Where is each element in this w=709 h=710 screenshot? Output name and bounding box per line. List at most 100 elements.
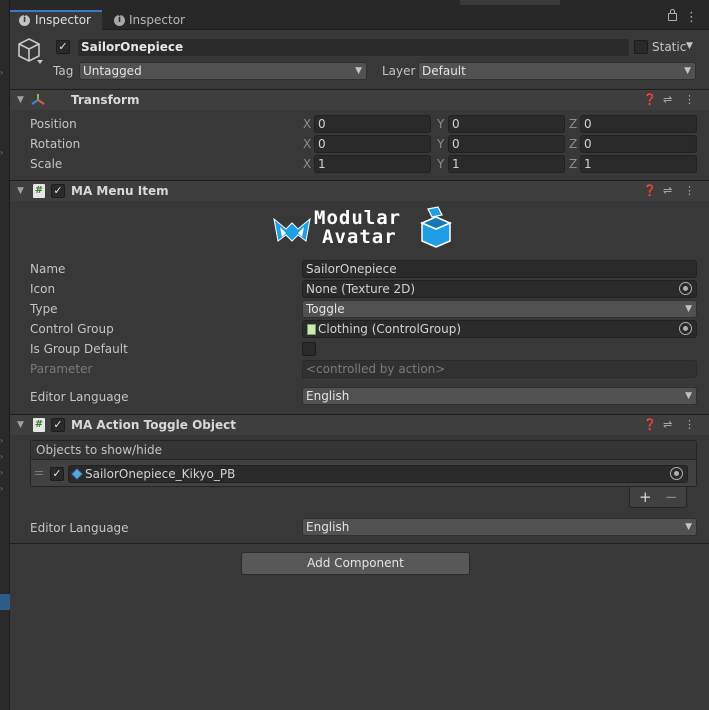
script-icon: #: [33, 418, 45, 432]
object-picker-icon[interactable]: [679, 282, 692, 295]
chevron-down-icon: ▼: [684, 66, 691, 76]
scale-z-field[interactable]: 1: [580, 155, 697, 173]
rotation-z-field[interactable]: 0: [580, 135, 697, 153]
logo-box-icon: [420, 206, 452, 248]
object-field[interactable]: SailorOnepiece_Kikyo_PB: [68, 465, 688, 483]
prefab-cube-icon: [71, 468, 83, 480]
transform-header[interactable]: ▼ Transform ❓ ⇌ ⋮: [10, 89, 709, 110]
editor-language-dropdown[interactable]: English ▼: [302, 387, 697, 405]
lock-icon-shackle: [670, 9, 675, 14]
rotation-label: Rotation: [30, 137, 81, 151]
dock-arrow-1: ›: [0, 68, 4, 77]
toggle-object-header[interactable]: ▼ # ✓ MA Action Toggle Object ❓ ⇌ ⋮: [10, 414, 709, 435]
position-z-field[interactable]: 0: [580, 115, 697, 133]
tag-dropdown[interactable]: Untagged ▼: [79, 62, 367, 80]
presets-icon[interactable]: ⇌: [663, 90, 672, 110]
logo-text-line2: Avatar: [322, 226, 397, 248]
position-y-axis[interactable]: Y: [437, 115, 444, 133]
help-icon[interactable]: ❓: [643, 181, 657, 201]
position-x-axis[interactable]: X: [303, 115, 311, 133]
asset-file-icon: [307, 324, 316, 335]
position-label: Position: [30, 117, 77, 131]
foldout-arrow-icon[interactable]: ▼: [17, 90, 24, 110]
object-picker-icon[interactable]: [670, 467, 683, 480]
static-dropdown-icon[interactable]: ▼: [686, 41, 693, 51]
row-checkbox[interactable]: ✓: [50, 467, 64, 481]
layer-dropdown[interactable]: Default ▼: [418, 62, 696, 80]
name-field[interactable]: SailorOnepiece: [302, 260, 697, 278]
add-component-button[interactable]: Add Component: [241, 552, 470, 575]
objects-list-title: Objects to show/hide: [36, 443, 163, 457]
type-dropdown[interactable]: Toggle ▼: [302, 300, 697, 318]
active-checkbox[interactable]: ✓: [56, 40, 70, 54]
control-group-label: Control Group: [30, 322, 114, 336]
rotation-y-field[interactable]: 0: [448, 135, 565, 153]
list-footer: + −: [629, 487, 687, 508]
chevron-down-icon: ▼: [685, 304, 692, 314]
chevron-down-icon: ▼: [685, 391, 692, 401]
control-group-field[interactable]: Clothing (ControlGroup): [302, 320, 697, 338]
position-x-field[interactable]: 0: [314, 115, 431, 133]
info-icon: i: [19, 15, 30, 26]
parameter-field: <controlled by action>: [302, 360, 697, 378]
more-menu-icon[interactable]: ⋮: [685, 10, 698, 25]
logo-mask-icon: [273, 217, 311, 242]
tab-inspector-2[interactable]: i Inspector: [104, 10, 196, 30]
component-enabled-checkbox[interactable]: ✓: [51, 184, 65, 198]
lock-icon[interactable]: [668, 13, 677, 21]
dock-arrow-4: ›: [0, 452, 4, 461]
scale-x-axis[interactable]: X: [303, 155, 311, 173]
position-y-field[interactable]: 0: [448, 115, 565, 133]
scale-y-field[interactable]: 1: [448, 155, 565, 173]
rotation-x-field[interactable]: 0: [314, 135, 431, 153]
icon-field[interactable]: None (Texture 2D): [302, 280, 697, 298]
dock-arrow-3: ›: [0, 436, 4, 445]
icon-value: None (Texture 2D): [306, 282, 416, 296]
script-icon: #: [33, 184, 45, 198]
objects-list-row[interactable]: ✓ SailorOnepiece_Kikyo_PB: [31, 463, 696, 485]
component-enabled-checkbox[interactable]: ✓: [51, 418, 65, 432]
help-icon[interactable]: ❓: [643, 415, 657, 435]
type-label: Type: [30, 302, 58, 316]
logo-text-line1: Modular: [314, 207, 402, 229]
more-menu-icon[interactable]: ⋮: [684, 415, 695, 435]
editor-language-value-2: English: [306, 520, 350, 534]
rotation-y-axis[interactable]: Y: [437, 135, 444, 153]
object-picker-icon[interactable]: [679, 322, 692, 335]
more-menu-icon[interactable]: ⋮: [684, 90, 695, 110]
drag-handle-icon[interactable]: [35, 471, 43, 475]
dock-arrow-6: ›: [0, 484, 4, 493]
layer-value: Default: [422, 64, 466, 78]
remove-item-button[interactable]: −: [665, 487, 678, 507]
editor-language-dropdown-2[interactable]: English ▼: [302, 518, 697, 536]
object-name-field[interactable]: SailorOnepiece: [77, 38, 630, 57]
rotation-z-axis[interactable]: Z: [569, 135, 577, 153]
editor-language-value: English: [306, 389, 350, 403]
help-icon[interactable]: ❓: [643, 90, 657, 110]
is-group-default-label: Is Group Default: [30, 342, 128, 356]
position-z-axis[interactable]: Z: [569, 115, 577, 133]
scale-x-field[interactable]: 1: [314, 155, 431, 173]
presets-icon[interactable]: ⇌: [663, 181, 672, 201]
add-item-button[interactable]: +: [639, 487, 652, 507]
rotation-x-axis[interactable]: X: [303, 135, 311, 153]
foldout-arrow-icon[interactable]: ▼: [17, 181, 24, 201]
dock-arrow-5: ›: [0, 468, 4, 477]
object-field-value: SailorOnepiece_Kikyo_PB: [85, 467, 236, 481]
layer-label: Layer: [382, 64, 416, 78]
is-group-default-checkbox[interactable]: [302, 342, 316, 356]
scale-y-axis[interactable]: Y: [437, 155, 444, 173]
more-menu-icon[interactable]: ⋮: [684, 181, 695, 201]
scale-z-axis[interactable]: Z: [569, 155, 577, 173]
tab-inspector-1[interactable]: i Inspector: [10, 10, 102, 31]
presets-icon[interactable]: ⇌: [663, 415, 672, 435]
static-checkbox[interactable]: [634, 40, 648, 54]
hierarchy-selection-marker: [0, 594, 10, 610]
menu-item-header[interactable]: ▼ # ✓ MA Menu Item ❓ ⇌ ⋮: [10, 180, 709, 201]
transform-icon: [31, 93, 45, 110]
objects-list-header: Objects to show/hide: [30, 440, 697, 460]
chevron-down-icon: ▼: [355, 66, 362, 76]
editor-language-label-2: Editor Language: [30, 521, 129, 535]
transform-title: Transform: [71, 93, 140, 107]
foldout-arrow-icon[interactable]: ▼: [17, 415, 24, 435]
